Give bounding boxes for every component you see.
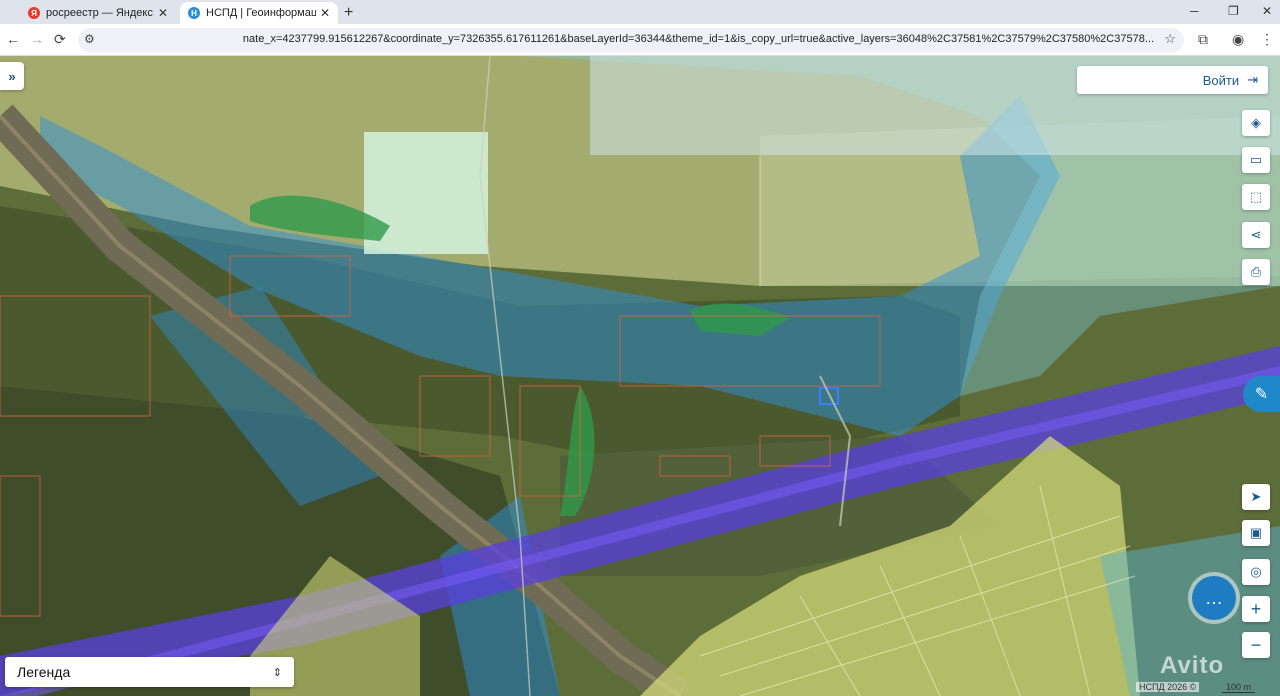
map-layers: [0, 56, 1280, 696]
chat-button[interactable]: …: [1192, 576, 1236, 620]
tab-title: росреестр — Яндекс: нашлось: [46, 7, 154, 19]
select-area-icon: ⬚: [1249, 189, 1263, 204]
close-window-button[interactable]: ✕: [1262, 4, 1272, 18]
legend-panel[interactable]: Легенда ⇕: [5, 657, 294, 687]
back-button[interactable]: ←: [6, 31, 20, 47]
maximize-button[interactable]: ❐: [1228, 4, 1239, 18]
legend-label: Легенда: [17, 664, 71, 680]
login-button[interactable]: Войти ⇥: [1077, 66, 1268, 94]
navigate-icon: ➤: [1250, 489, 1262, 504]
login-icon: ⇥: [1247, 72, 1258, 87]
sidebar-toggle-button[interactable]: »: [0, 62, 24, 90]
browser-tabbar: Я росреестр — Яндекс: нашлось ✕ Н НСПД |…: [0, 0, 1280, 24]
minimize-button[interactable]: ─: [1190, 4, 1199, 18]
expand-toggle-icon[interactable]: ⇕: [273, 666, 282, 679]
ruler-icon: ▭: [1249, 152, 1263, 167]
scale-bar: 100 m: [1222, 682, 1256, 693]
layers-icon: ◈: [1251, 115, 1261, 130]
zoom-in-button[interactable]: +: [1242, 596, 1270, 622]
attribution: НСПД 2026 ©: [1136, 682, 1200, 692]
zoom-out-icon: −: [1250, 634, 1262, 655]
login-label: Войти: [1202, 72, 1240, 88]
profile-icon[interactable]: ◉: [1232, 31, 1244, 48]
share-button[interactable]: ⋖: [1242, 222, 1270, 248]
assistant-icon: ✎: [1254, 386, 1269, 403]
zoom-in-icon: +: [1250, 598, 1262, 619]
map-canvas[interactable]: »: [0, 56, 1280, 696]
locate-button[interactable]: ◎: [1242, 559, 1270, 585]
print-button[interactable]: ⎙: [1242, 259, 1270, 285]
minimap-button[interactable]: ▣: [1242, 520, 1270, 546]
address-bar[interactable]: ⚙ nate_x=4237799.915612267&coordinate_y=…: [78, 28, 1184, 52]
navigate-button[interactable]: ➤: [1242, 484, 1270, 510]
chat-icon: …: [1205, 587, 1223, 608]
site-info-icon[interactable]: ⚙: [84, 32, 95, 46]
ruler-button[interactable]: ▭: [1242, 147, 1270, 173]
bookmark-star-icon[interactable]: ☆: [1164, 31, 1176, 47]
layers-button[interactable]: ◈: [1242, 110, 1270, 136]
tab-nspd[interactable]: Н НСПД | Геоинформационный ✕: [180, 2, 338, 24]
reload-button[interactable]: ⟳: [54, 31, 66, 48]
close-tab-icon[interactable]: ✕: [158, 6, 168, 20]
tab-title: НСПД | Геоинформационный: [206, 7, 316, 19]
zoom-out-button[interactable]: −: [1242, 632, 1270, 658]
close-tab-icon[interactable]: ✕: [320, 6, 330, 20]
share-icon: ⋖: [1250, 227, 1262, 242]
assistant-button[interactable]: ✎: [1243, 376, 1280, 412]
new-tab-button[interactable]: +: [344, 4, 353, 22]
forward-button[interactable]: →: [30, 31, 44, 47]
yandex-favicon-icon: Я: [28, 7, 40, 19]
nspd-favicon-icon: Н: [188, 7, 200, 19]
locate-icon: ◎: [1250, 564, 1262, 579]
browser-menu-icon[interactable]: ⋮: [1260, 31, 1274, 48]
avito-watermark: Avito: [1160, 652, 1225, 679]
tab-yandex[interactable]: Я росреестр — Яндекс: нашлось ✕: [20, 2, 176, 24]
extensions-icon[interactable]: ⧉: [1198, 31, 1208, 48]
select-area-button[interactable]: ⬚: [1242, 184, 1270, 210]
minimap-icon: ▣: [1249, 525, 1263, 540]
browser-toolbar: ← → ⟳ ⚙ nate_x=4237799.915612267&coordin…: [0, 24, 1280, 56]
url-text: nate_x=4237799.915612267&coordinate_y=73…: [242, 33, 1154, 45]
print-icon: ⎙: [1250, 264, 1262, 279]
